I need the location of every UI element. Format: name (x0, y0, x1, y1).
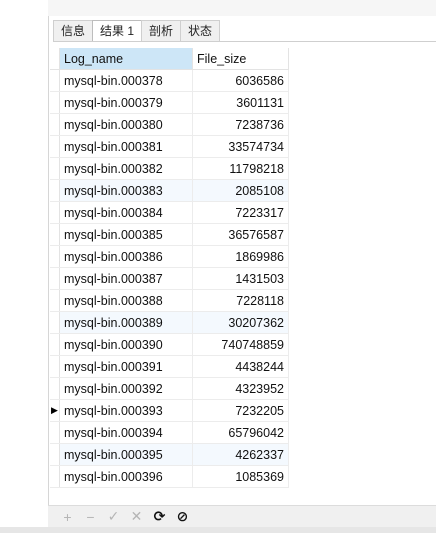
column-header-file-size[interactable]: File_size (192, 48, 289, 70)
file-size-cell[interactable]: 65796042 (192, 421, 289, 444)
table-row[interactable]: mysql-bin.000389 30207362 (50, 311, 289, 334)
log-name-cell[interactable]: mysql-bin.000383 (59, 179, 193, 202)
file-size-cell[interactable]: 4262337 (192, 443, 289, 466)
discard-changes-button[interactable]: ✕ (125, 508, 148, 526)
stop-button[interactable]: ⊘ (171, 508, 194, 526)
file-size-cell[interactable]: 740748859 (192, 333, 289, 356)
log-name-cell[interactable]: mysql-bin.000395 (59, 443, 193, 466)
file-size-cell[interactable]: 7223317 (192, 201, 289, 224)
table-row[interactable]: mysql-bin.000383 2085108 (50, 179, 289, 202)
tab-result-1[interactable]: 结果 1 (92, 20, 143, 42)
row-indicator[interactable] (50, 245, 60, 268)
row-indicator[interactable] (50, 201, 60, 224)
apply-changes-button[interactable]: ✓ (102, 508, 125, 526)
tab-info[interactable]: 信息 (53, 20, 94, 41)
table-row[interactable]: mysql-bin.000387 1431503 (50, 267, 289, 290)
table-row[interactable]: mysql-bin.000378 6036586 (50, 69, 289, 92)
log-name-cell[interactable]: mysql-bin.000385 (59, 223, 193, 246)
log-name-cell[interactable]: mysql-bin.000384 (59, 201, 193, 224)
result-grid: Log_name File_size mysql-bin.000378 60365… (50, 48, 289, 488)
left-gutter (0, 0, 48, 533)
row-indicator[interactable] (50, 69, 60, 92)
table-row[interactable]: mysql-bin.000386 1869986 (50, 245, 289, 268)
file-size-cell[interactable]: 2085108 (192, 179, 289, 202)
row-indicator[interactable] (50, 135, 60, 158)
table-row[interactable]: mysql-bin.000382 11798218 (50, 157, 289, 180)
table-row[interactable]: mysql-bin.000396 1085369 (50, 465, 289, 488)
file-size-cell[interactable]: 33574734 (192, 135, 289, 158)
row-indicator[interactable] (50, 377, 60, 400)
result-tabs: 信息 结果 1 剖析 状态 (53, 20, 221, 42)
refresh-button[interactable]: ⟳ (148, 508, 171, 526)
log-name-cell[interactable]: mysql-bin.000379 (59, 91, 193, 114)
row-indicator[interactable] (50, 157, 60, 180)
column-header-log-name[interactable]: Log_name (59, 48, 193, 70)
log-name-cell[interactable]: mysql-bin.000391 (59, 355, 193, 378)
log-name-cell[interactable]: mysql-bin.000389 (59, 311, 193, 334)
file-size-cell[interactable]: 11798218 (192, 157, 289, 180)
log-name-cell[interactable]: mysql-bin.000393 (59, 399, 193, 422)
table-row[interactable]: mysql-bin.000388 7228118 (50, 289, 289, 312)
table-row[interactable]: mysql-bin.000395 4262337 (50, 443, 289, 466)
row-indicator[interactable] (50, 465, 60, 488)
file-size-cell[interactable]: 7228118 (192, 289, 289, 312)
file-size-cell[interactable]: 36576587 (192, 223, 289, 246)
log-name-cell[interactable]: mysql-bin.000390 (59, 333, 193, 356)
row-indicator[interactable] (50, 333, 60, 356)
file-size-cell[interactable]: 4438244 (192, 355, 289, 378)
file-size-cell[interactable]: 4323952 (192, 377, 289, 400)
tab-profile[interactable]: 剖析 (141, 20, 182, 41)
row-indicator[interactable] (50, 311, 60, 334)
current-row-indicator[interactable]: ▶ (50, 399, 60, 422)
row-indicator[interactable] (50, 355, 60, 378)
file-size-cell[interactable]: 1431503 (192, 267, 289, 290)
log-name-cell[interactable]: mysql-bin.000382 (59, 157, 193, 180)
add-record-button[interactable]: + (56, 508, 79, 526)
row-indicator[interactable] (50, 443, 60, 466)
window-bottom-edge (0, 527, 436, 533)
log-name-cell[interactable]: mysql-bin.000387 (59, 267, 193, 290)
top-strip (48, 0, 436, 17)
table-row[interactable]: ▶ mysql-bin.000393 7232205 (50, 399, 289, 422)
table-row[interactable]: mysql-bin.000379 3601131 (50, 91, 289, 114)
table-row[interactable]: mysql-bin.000384 7223317 (50, 201, 289, 224)
row-indicator[interactable] (50, 267, 60, 290)
log-name-cell[interactable]: mysql-bin.000378 (59, 69, 193, 92)
file-size-cell[interactable]: 7232205 (192, 399, 289, 422)
log-name-cell[interactable]: mysql-bin.000394 (59, 421, 193, 444)
file-size-cell[interactable]: 6036586 (192, 69, 289, 92)
file-size-cell[interactable]: 3601131 (192, 91, 289, 114)
table-row[interactable]: mysql-bin.000394 65796042 (50, 421, 289, 444)
grid-toolbar: + − ✓ ✕ ⟳ ⊘ (48, 505, 436, 527)
table-row[interactable]: mysql-bin.000390 740748859 (50, 333, 289, 356)
log-name-cell[interactable]: mysql-bin.000388 (59, 289, 193, 312)
tab-divider (53, 41, 436, 42)
file-size-cell[interactable]: 30207362 (192, 311, 289, 334)
table-row[interactable]: mysql-bin.000391 4438244 (50, 355, 289, 378)
log-name-cell[interactable]: mysql-bin.000392 (59, 377, 193, 400)
table-row[interactable]: mysql-bin.000392 4323952 (50, 377, 289, 400)
log-name-cell[interactable]: mysql-bin.000396 (59, 465, 193, 488)
table-row[interactable]: mysql-bin.000381 33574734 (50, 135, 289, 158)
row-indicator[interactable] (50, 289, 60, 312)
file-size-cell[interactable]: 1869986 (192, 245, 289, 268)
row-indicator[interactable] (50, 179, 60, 202)
file-size-cell[interactable]: 7238736 (192, 113, 289, 136)
row-indicator[interactable] (50, 91, 60, 114)
row-indicator[interactable] (50, 113, 60, 136)
grid-corner (50, 48, 60, 70)
delete-record-button[interactable]: − (79, 508, 102, 526)
log-name-cell[interactable]: mysql-bin.000381 (59, 135, 193, 158)
tab-status[interactable]: 状态 (180, 20, 221, 41)
table-row[interactable]: mysql-bin.000380 7238736 (50, 113, 289, 136)
table-row[interactable]: mysql-bin.000385 36576587 (50, 223, 289, 246)
row-indicator[interactable] (50, 421, 60, 444)
file-size-cell[interactable]: 1085369 (192, 465, 289, 488)
log-name-cell[interactable]: mysql-bin.000386 (59, 245, 193, 268)
row-indicator[interactable] (50, 223, 60, 246)
log-name-cell[interactable]: mysql-bin.000380 (59, 113, 193, 136)
